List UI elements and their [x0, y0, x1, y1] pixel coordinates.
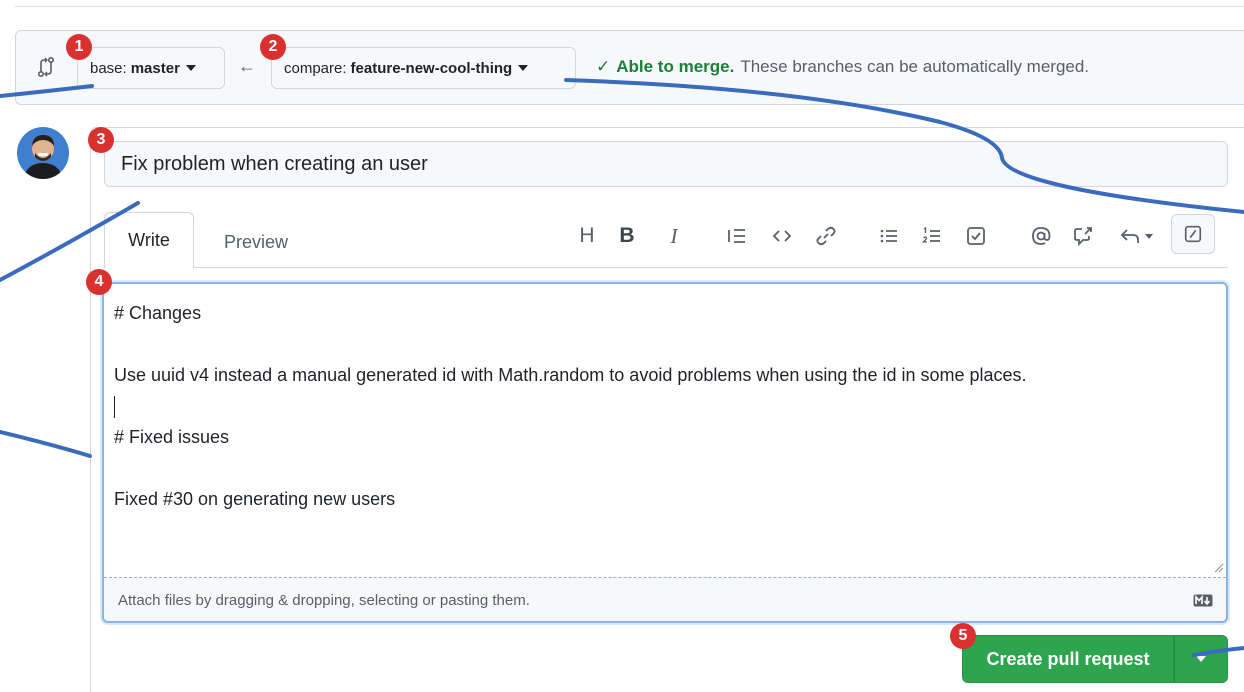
compare-branch-label: compare:: [284, 59, 347, 77]
attach-files-text: Attach files by dragging & dropping, sel…: [118, 592, 530, 609]
link-icon[interactable]: [812, 221, 840, 251]
merge-status-ok: Able to merge.: [616, 57, 735, 76]
text-cursor: [114, 396, 115, 419]
body-line: Fixed #30 on generating new users: [114, 489, 396, 509]
annotation-badge-1: 1: [66, 34, 92, 60]
check-icon: ✓: [596, 57, 611, 76]
merge-status: ✓ Able to merge. These branches can be aut…: [596, 57, 1089, 77]
annotation-line-4: [0, 430, 92, 458]
arrow-left-icon: ←: [238, 56, 256, 76]
annotation-badge-3: 3: [88, 127, 114, 153]
code-icon[interactable]: [768, 221, 796, 251]
saved-replies-icon[interactable]: [1114, 221, 1158, 251]
base-branch-value: master: [130, 59, 180, 77]
compare-branch-value: feature-new-cool-thing: [350, 59, 513, 77]
compare-branch-select[interactable]: compare: feature-new-cool-thing: [271, 47, 576, 89]
title-input[interactable]: [104, 141, 1228, 187]
heading-icon[interactable]: H: [574, 221, 600, 251]
create-pull-request-button[interactable]: Create pull request: [962, 635, 1174, 683]
task-list-icon[interactable]: [962, 221, 990, 251]
mention-icon[interactable]: [1027, 221, 1055, 251]
ordered-list-icon[interactable]: [918, 221, 946, 251]
top-divider: [15, 6, 1244, 7]
tabs-divider: [104, 267, 1228, 268]
avatar: [17, 127, 69, 179]
base-branch-label: base:: [90, 59, 127, 77]
quote-icon[interactable]: [723, 221, 751, 251]
italic-icon[interactable]: I: [661, 221, 687, 251]
base-branch-select[interactable]: base: master: [77, 47, 225, 89]
chevron-down-icon: [185, 65, 196, 71]
chevron-down-icon: [1145, 233, 1153, 239]
merge-status-text: These branches can be automatically merg…: [740, 57, 1090, 76]
tab-write[interactable]: Write: [104, 212, 194, 269]
annotation-badge-5: 5: [950, 623, 976, 649]
resize-handle-icon[interactable]: [1214, 563, 1224, 573]
tab-preview[interactable]: Preview: [206, 220, 306, 264]
slash-commands-button[interactable]: [1171, 214, 1215, 254]
markdown-icon[interactable]: [1193, 594, 1213, 607]
annotation-badge-4: 4: [86, 269, 112, 295]
create-pull-request-options-button[interactable]: [1174, 635, 1228, 683]
slash-command-icon: [1184, 225, 1202, 243]
body-line: [114, 453, 1214, 484]
body-line: [114, 329, 1214, 360]
body-line: Use uuid v4 instead a manual generated i…: [114, 365, 1027, 385]
bold-icon[interactable]: B: [614, 221, 640, 251]
body-line-cursor: [114, 391, 1214, 422]
annotation-badge-2: 2: [260, 34, 286, 60]
cross-reference-icon[interactable]: [1069, 221, 1097, 251]
body-line: # Changes: [114, 303, 202, 323]
git-compare-icon: [37, 56, 55, 77]
unordered-list-icon[interactable]: [875, 221, 903, 251]
body-line: # Fixed issues: [114, 427, 230, 447]
chevron-down-icon: [1196, 656, 1206, 662]
body-content: # Changes Use uuid v4 instead a manual g…: [114, 298, 1214, 515]
chevron-down-icon: [518, 65, 529, 71]
